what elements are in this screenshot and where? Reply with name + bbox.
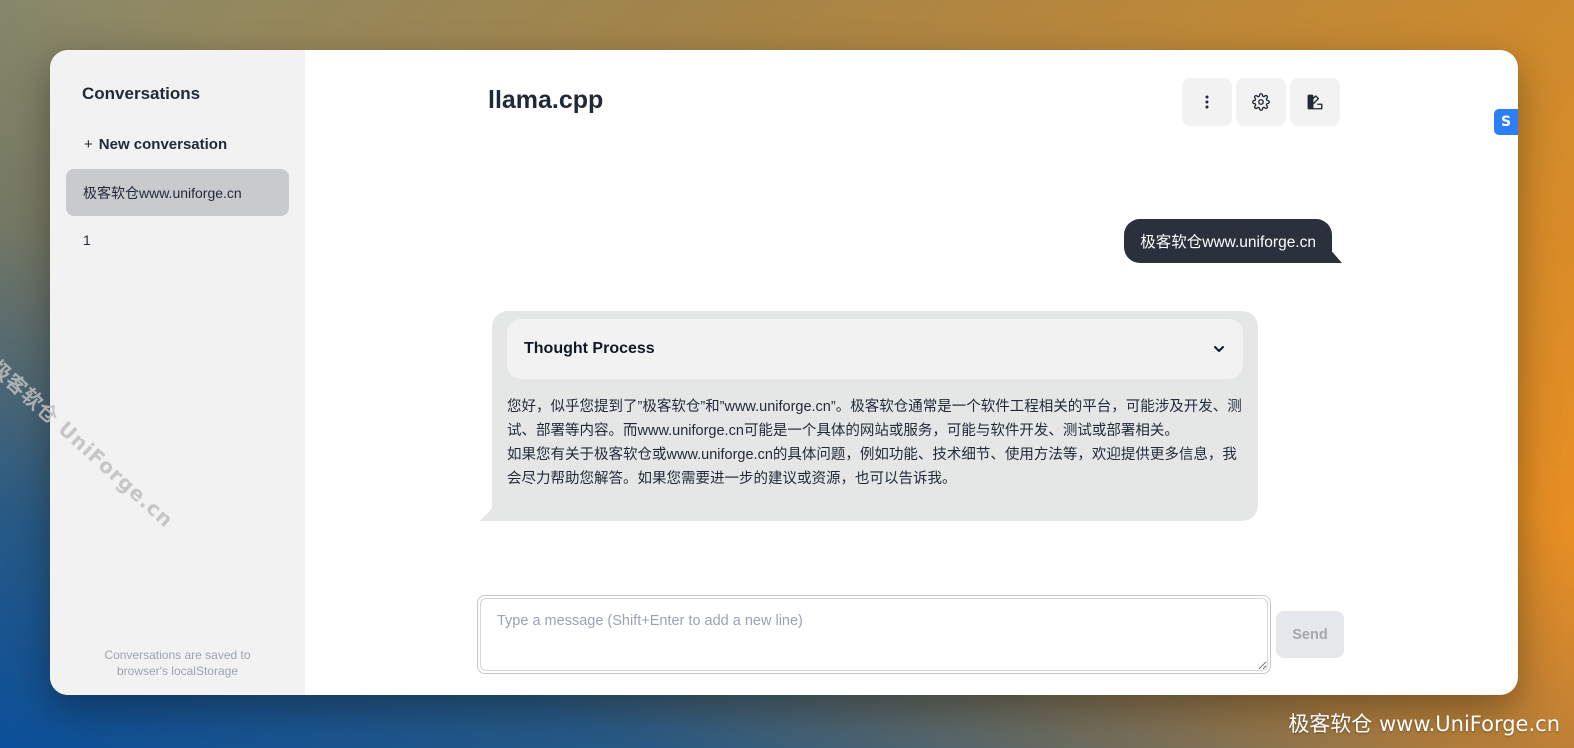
thought-process-toggle[interactable]: Thought Process — [507, 319, 1243, 379]
assistant-paragraph: 如果您有关于极客软仓或www.uniforge.cn的具体问题，例如功能、技术细… — [507, 447, 1237, 487]
app-window: Conversations + New conversation 极客软仓www… — [50, 50, 1518, 695]
gear-icon — [1252, 93, 1270, 111]
more-options-button[interactable] — [1182, 78, 1232, 126]
plus-icon: + — [84, 136, 93, 153]
watermark-corner: 极客软仓 www.UniForge.cn — [1288, 712, 1560, 736]
conversation-list: 极客软仓www.uniforge.cn 1 — [66, 169, 289, 263]
side-widget-icon[interactable]: S — [1494, 109, 1518, 135]
conversation-item[interactable]: 1 — [66, 216, 289, 263]
sidebar-title: Conversations — [82, 84, 201, 103]
conversation-item-label: 极客软仓www.uniforge.cn — [83, 184, 242, 201]
user-message: 极客软仓www.uniforge.cn — [1124, 219, 1332, 263]
thought-process-label: Thought Process — [524, 340, 655, 357]
assistant-message-text: 您好，似乎您提到了”极客软仓”和”www.uniforge.cn”。极客软仓通常… — [507, 395, 1247, 491]
new-conversation-button[interactable]: + New conversation — [84, 136, 227, 153]
theme-button[interactable] — [1290, 78, 1340, 126]
user-message-text: 极客软仓www.uniforge.cn — [1140, 234, 1316, 251]
conversation-item[interactable]: 极客软仓www.uniforge.cn — [66, 169, 289, 216]
theme-palette-icon — [1307, 94, 1323, 110]
settings-button[interactable] — [1236, 78, 1286, 126]
more-vertical-icon — [1205, 95, 1209, 109]
new-conversation-label: New conversation — [98, 136, 228, 153]
assistant-message-tail — [480, 506, 494, 521]
composer — [477, 595, 1271, 674]
assistant-message: Thought Process 您好，似乎您提到了”极客软仓”和”www.uni… — [492, 311, 1258, 521]
sidebar: Conversations + New conversation 极客软仓www… — [50, 50, 305, 695]
user-message-tail — [1328, 247, 1342, 263]
header-toolbar — [1182, 78, 1340, 126]
conversation-item-label: 1 — [83, 231, 91, 248]
message-input[interactable] — [480, 598, 1268, 671]
send-button[interactable]: Send — [1276, 611, 1344, 658]
chat-main: llama.cpp 极客软仓www.uniforge.cn Thought Pr… — [305, 50, 1518, 695]
storage-note: Conversations are saved to browser's loc… — [104, 648, 251, 678]
assistant-paragraph: 您好，似乎您提到了”极客软仓”和”www.uniforge.cn”。极客软仓通常… — [507, 399, 1242, 439]
page-title: llama.cpp — [488, 86, 604, 114]
chevron-down-icon — [1214, 346, 1224, 352]
